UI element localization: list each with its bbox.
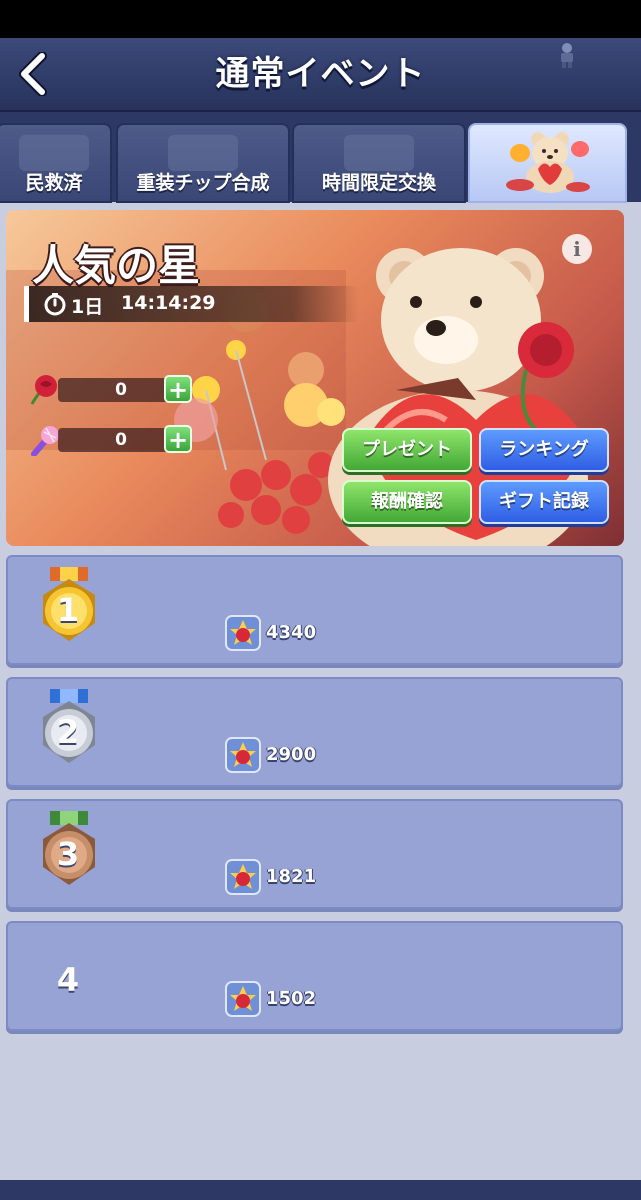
add-rose-button[interactable]: + (164, 375, 192, 403)
rose-star-icon (225, 981, 261, 1017)
rose-star-icon (225, 615, 261, 651)
tab-art (344, 135, 414, 171)
tab-rescue[interactable]: 民救済 (0, 123, 112, 203)
tab-chip-synthesis[interactable]: 重装チップ合成 (116, 123, 290, 203)
rank-number: 1 (56, 591, 80, 629)
event-timer: 1日 14:14:29 (24, 286, 359, 322)
top-bar: 通常イベント (0, 38, 641, 112)
tab-limited-exchange[interactable]: 時間限定交換 (292, 123, 466, 203)
rose-counter: 0 + (28, 374, 203, 406)
timer-days: 1日 (71, 296, 104, 318)
event-screen: 通常イベント 民救済 重装チップ合成 時間限定交換 人気の星 i 1日 14:1… (0, 38, 641, 1200)
tab-popular-star[interactable] (468, 123, 627, 203)
present-button[interactable]: プレゼント (342, 428, 472, 472)
gift-log-button[interactable]: ギフト記録 (479, 480, 609, 524)
rank-number: 2 (56, 713, 80, 751)
tab-label: 時間限定交換 (321, 172, 436, 194)
bottom-bar (0, 1180, 641, 1200)
event-banner: 人気の星 i 1日 14:14:29 0 + 0 + プレゼント ランキング 報… (6, 210, 624, 546)
character-icon (561, 43, 573, 68)
event-tabs: 民救済 重装チップ合成 時間限定交換 (0, 112, 641, 283)
score-value: 2900 (266, 744, 317, 765)
ranking-row-3[interactable]: 3 1821 (6, 799, 623, 909)
info-icon[interactable]: i (562, 234, 592, 264)
tab-label: 民救済 (25, 172, 83, 194)
ranking-row-4[interactable]: 4 1502 (6, 921, 623, 1031)
ranking-row-2[interactable]: 2 2900 (6, 677, 623, 787)
ranking-row-1[interactable]: 1 4340 (6, 555, 623, 665)
stopwatch-icon (44, 293, 66, 316)
score-value: 4340 (266, 622, 317, 643)
tab-art (168, 135, 238, 171)
teddy-bear-icon (506, 132, 590, 193)
ranking-button[interactable]: ランキング (479, 428, 609, 472)
add-microphone-button[interactable]: + (164, 425, 192, 453)
score-value: 1821 (266, 866, 317, 887)
score-value: 1502 (266, 988, 317, 1009)
rose-star-icon (225, 737, 261, 773)
microphone-icon (31, 426, 59, 456)
rank-number: 3 (56, 835, 80, 873)
tab-art (19, 135, 89, 171)
timer-time: 14:14:29 (121, 292, 216, 314)
rose-star-icon (225, 859, 261, 895)
rewards-button[interactable]: 報酬確認 (342, 480, 472, 524)
rose-icon (30, 375, 57, 405)
rank-number: 4 (56, 961, 80, 999)
tab-label: 重装チップ合成 (136, 172, 270, 194)
page-title: 通常イベント (215, 54, 426, 94)
event-title: 人気の星 (32, 241, 201, 290)
microphone-counter: 0 + (28, 424, 203, 456)
